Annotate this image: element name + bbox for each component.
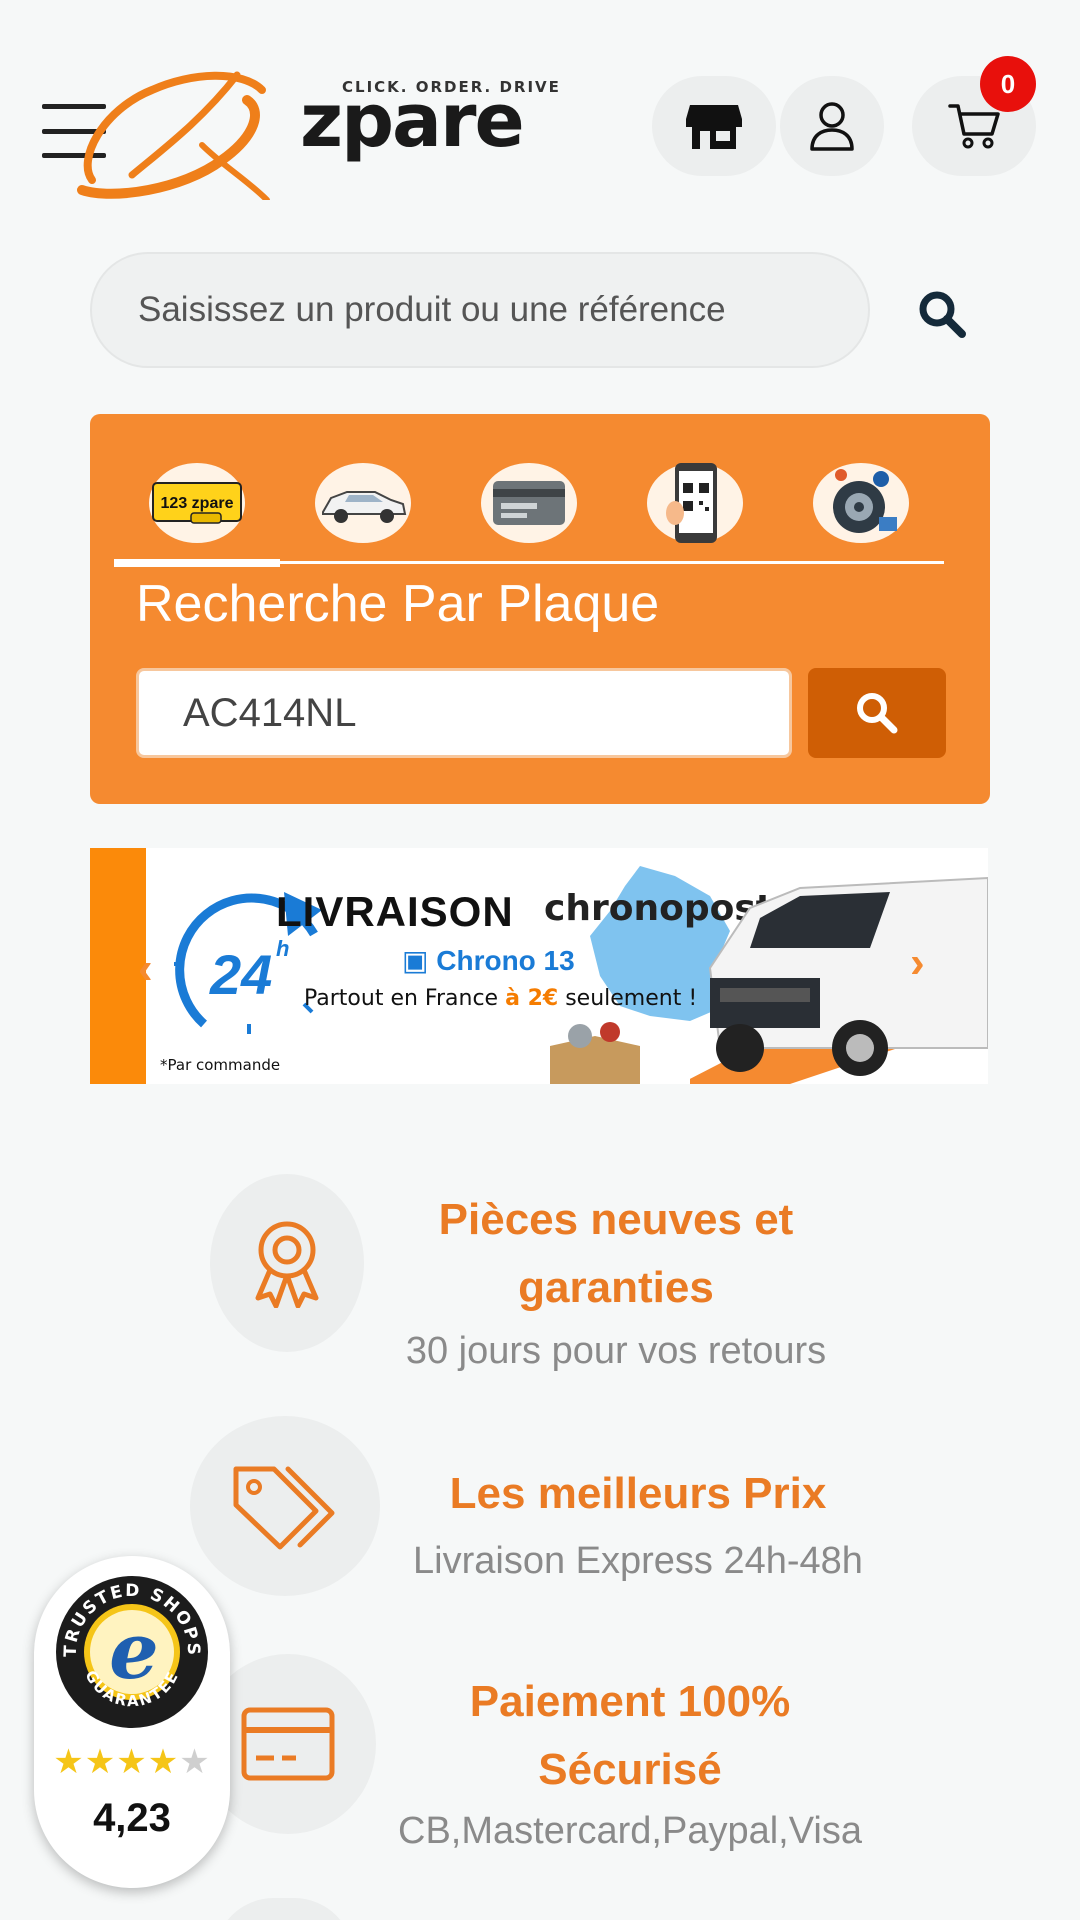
account-button[interactable]: [780, 76, 884, 176]
license-plate-icon: 123 zpare: [149, 462, 245, 543]
award-ribbon-icon: [255, 1221, 319, 1308]
search-button[interactable]: [910, 282, 974, 346]
svg-text:123 zpare: 123 zpare: [161, 495, 234, 512]
banner-tagline-price: à 2€: [505, 986, 559, 1011]
rating-value: 4,23: [93, 1796, 171, 1840]
feature-subtitle: 30 jours pour vos retours: [405, 1330, 827, 1372]
banner-tagline-suffix: seulement !: [565, 986, 698, 1011]
promo-banner-carousel[interactable]: 24 h LIVRAISON chronopost ▣ Chrono 13 Pa…: [90, 848, 988, 1084]
tab-qr-scan[interactable]: [612, 444, 778, 561]
feature-title: Les meilleurs Prix: [449, 1469, 827, 1518]
feature-subtitle: CB,Mastercard,Paypal,Visa: [398, 1810, 862, 1852]
store-button[interactable]: [652, 76, 776, 176]
banner-tagline-prefix: Partout en France: [304, 986, 499, 1011]
plate-search-button[interactable]: [808, 668, 946, 758]
delivery-van-image: [690, 876, 988, 1084]
tab-parts[interactable]: [778, 444, 944, 561]
cube-icon: ▣: [402, 945, 429, 976]
banner-next-arrow[interactable]: ›: [910, 938, 925, 988]
feature-title: Pièces neuves et garanties: [360, 1186, 872, 1322]
logo-swoosh-icon: [77, 71, 270, 200]
next-feature-circle: [214, 1898, 354, 1920]
feature-subtitle: Livraison Express 24h-48h: [413, 1540, 863, 1582]
cart-icon: [948, 104, 1000, 149]
logo-wordmark[interactable]: zpare: [300, 84, 525, 158]
banner-24-number: 24: [210, 943, 273, 1006]
car-icon: [315, 462, 411, 543]
feature-title-line2: garanties: [518, 1263, 714, 1312]
banner-tagline: Partout en France à 2€ seulement !: [304, 986, 697, 1011]
tab-registration-card[interactable]: [446, 444, 612, 561]
feature-title-line2: Sécurisé: [538, 1745, 722, 1794]
store-icon: [686, 105, 742, 149]
header: CLICK. ORDER. DRIVE zpare 0: [0, 0, 1080, 200]
trusted-shops-badge[interactable]: TRUSTED SHOPS GUARANTEE e ★★★★★ 4,23: [34, 1556, 230, 1888]
svg-text:e: e: [109, 1606, 159, 1697]
plate-number-input[interactable]: [136, 668, 792, 758]
parts-box-image: [550, 1022, 640, 1084]
search-input[interactable]: [92, 254, 868, 366]
credit-card-icon: [241, 1707, 335, 1781]
banner-headline: LIVRAISON: [276, 888, 514, 935]
feature-title-line1: Paiement 100%: [469, 1677, 791, 1726]
tab-plate[interactable]: 123 zpare: [114, 444, 280, 567]
banner-service: ▣ Chrono 13: [402, 944, 575, 977]
feature-icon-circle: [190, 1416, 380, 1596]
user-icon: [810, 102, 854, 151]
search-bar: [90, 252, 870, 368]
search-icon: [857, 693, 898, 734]
feature-icon-circle: [210, 1174, 364, 1352]
stars-empty: ★: [179, 1743, 211, 1781]
price-tags-icon: [233, 1466, 335, 1550]
registration-card-icon: [481, 462, 577, 543]
search-method-tabs: 123 zpare: [114, 444, 944, 567]
banner-prev-arrow[interactable]: ‹: [138, 944, 153, 994]
feature-title: Paiement 100% Sécurisé: [372, 1668, 888, 1804]
banner-footnote: *Par commande: [160, 1056, 281, 1074]
cart-count-badge: 0: [980, 56, 1036, 112]
plate-search-panel: 123 zpare Recherche Par Plaque AC414NL: [90, 414, 990, 804]
plate-search-title: Recherche Par Plaque: [136, 575, 660, 633]
rating-stars: ★★★★★: [40, 1742, 224, 1782]
feature-title-line1: Pièces neuves et: [438, 1195, 794, 1244]
search-icon: [919, 291, 966, 338]
qr-phone-icon: [647, 462, 743, 543]
trusted-shops-seal-icon: TRUSTED SHOPS GUARANTEE e: [56, 1576, 208, 1728]
tab-vehicle[interactable]: [280, 444, 446, 561]
banner-service-text: Chrono 13: [436, 945, 575, 976]
banner-hour-suffix: h: [276, 936, 290, 961]
parts-icon: [813, 462, 909, 543]
stars-filled: ★★★★: [53, 1743, 180, 1781]
